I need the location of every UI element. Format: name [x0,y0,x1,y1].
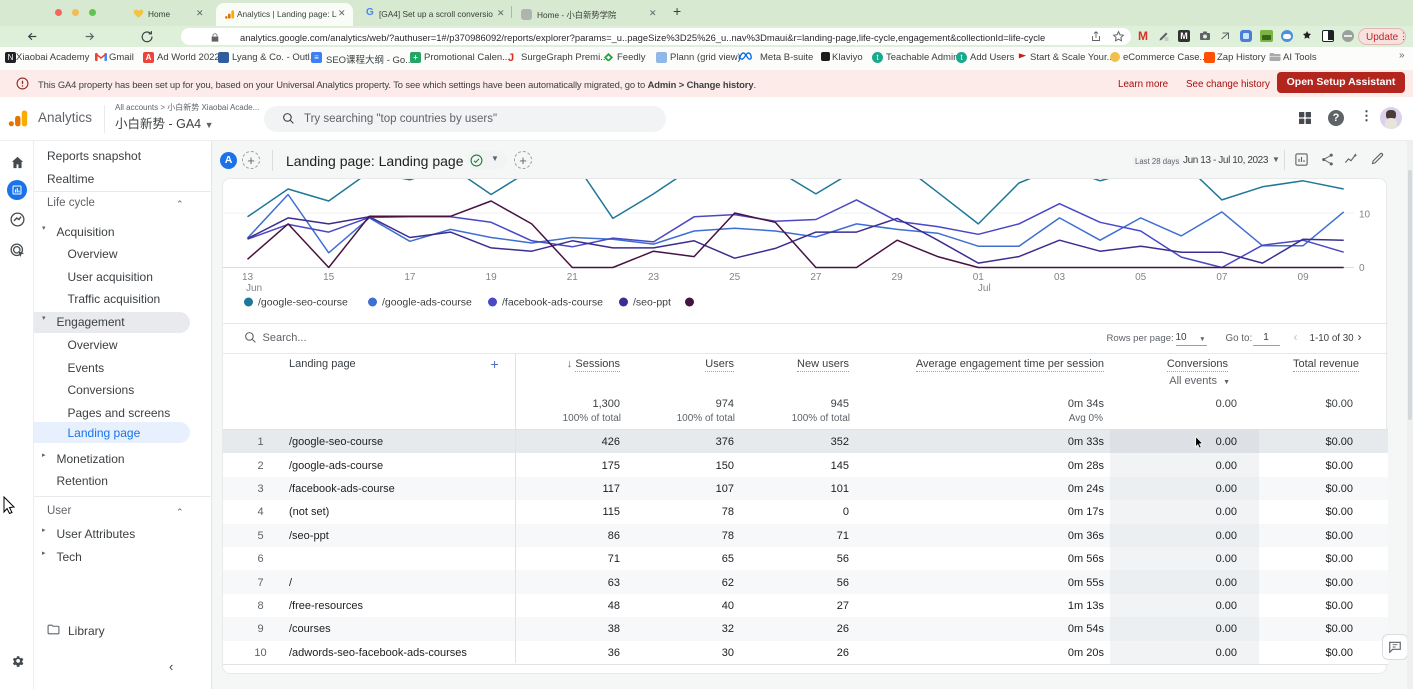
svg-text:17: 17 [404,272,416,283]
svg-text:/seo-ppt: /seo-ppt [633,297,671,309]
svg-text:19: 19 [485,272,497,283]
svg-text:10: 10 [1359,210,1371,221]
svg-text:01: 01 [972,272,984,283]
svg-text:/google-ads-course: /google-ads-course [382,297,472,309]
svg-text:/google-seo-course: /google-seo-course [258,297,348,309]
svg-text:Jun: Jun [245,283,261,294]
svg-text:05: 05 [1135,272,1147,283]
svg-text:0: 0 [1359,263,1365,274]
svg-text:09: 09 [1297,272,1309,283]
svg-text:07: 07 [1216,272,1228,283]
svg-text:13: 13 [241,272,253,283]
svg-text:27: 27 [810,272,822,283]
svg-text:03: 03 [1053,272,1065,283]
svg-text:21: 21 [566,272,578,283]
svg-text:Jul: Jul [977,283,990,294]
svg-text:25: 25 [729,272,741,283]
svg-text:15: 15 [323,272,335,283]
svg-text:23: 23 [647,272,659,283]
svg-text:29: 29 [891,272,903,283]
svg-text:/facebook-ads-course: /facebook-ads-course [502,297,603,309]
